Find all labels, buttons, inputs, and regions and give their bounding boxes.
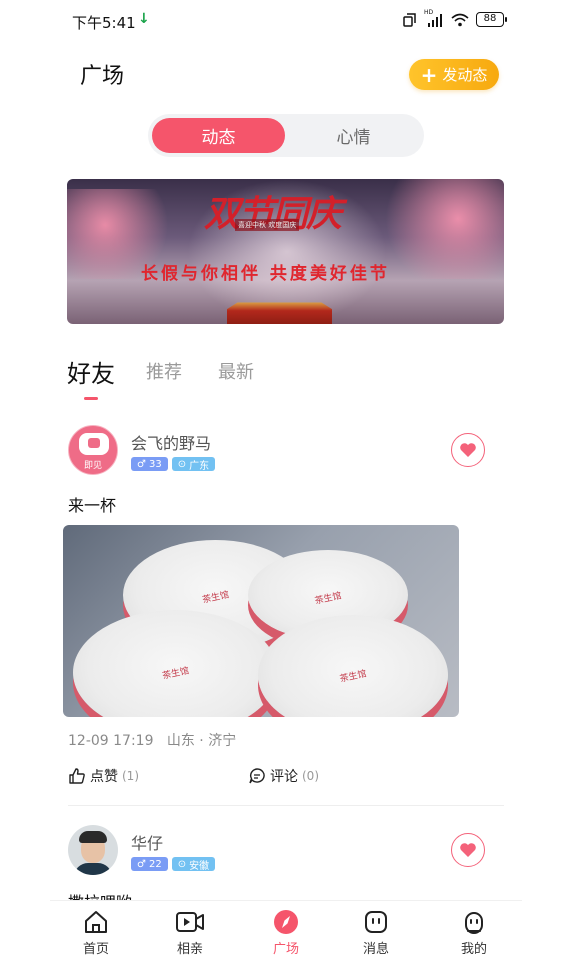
age-badge: ♂ 22 — [131, 857, 168, 871]
home-icon — [85, 911, 107, 933]
message-icon — [365, 911, 387, 933]
comment-icon — [249, 768, 265, 784]
page-title: 广场 — [80, 64, 125, 89]
segment-control: 动态 心情 — [148, 114, 424, 157]
username[interactable]: 会飞的野马 — [131, 430, 211, 454]
tab-me[interactable]: 我的 — [434, 909, 514, 957]
feed-tabs: 好友 推荐 最新 — [67, 358, 367, 402]
location-pin-icon: ⊙ — [177, 858, 187, 870]
status-time: 下午5:41 — [72, 14, 136, 32]
avatar[interactable] — [68, 825, 118, 875]
compass-icon — [274, 910, 298, 934]
tab-latest[interactable]: 最新 — [218, 358, 254, 384]
location-badge: ⊙ 安徽 — [171, 857, 216, 872]
profile-icon — [465, 912, 483, 934]
tab-dating[interactable]: 相亲 — [150, 909, 230, 957]
post-button[interactable]: + 发动态 — [409, 59, 499, 90]
cup-label: 茶生馆 — [314, 590, 343, 607]
tab-label: 消息 — [362, 942, 389, 957]
post-photo[interactable]: 茶生馆 茶生馆 茶生馆 茶生馆 — [63, 525, 459, 717]
status-bar: 下午5:41 ↓ HD 88 — [0, 0, 572, 42]
like-action[interactable]: 点赞 (1) — [68, 766, 139, 786]
location-badge: ⊙ 广东 — [171, 457, 216, 472]
comment-action[interactable]: 评论 (0) — [248, 766, 319, 786]
age-value: 33 — [148, 458, 162, 470]
tab-friends[interactable]: 好友 — [67, 354, 115, 389]
heart-icon — [460, 443, 476, 457]
age-value: 22 — [148, 858, 162, 870]
avatar-hair — [79, 831, 107, 843]
download-arrow-icon: ↓ — [138, 11, 150, 27]
segment-mood[interactable]: 心情 — [287, 118, 420, 153]
tab-messages[interactable]: 消息 — [336, 909, 416, 957]
tab-recommended[interactable]: 推荐 — [146, 358, 182, 384]
post-divider — [68, 805, 504, 806]
post-button-label: 发动态 — [442, 66, 488, 84]
thumbs-up-icon — [69, 768, 85, 784]
user-tags: ♂ 22 ⊙ 安徽 — [131, 857, 216, 872]
avatar-shirt — [74, 863, 112, 875]
like-button[interactable] — [451, 433, 485, 467]
male-icon: ♂ — [137, 858, 146, 870]
screen-cast-icon — [403, 12, 416, 27]
chat-bubble-icon — [79, 433, 109, 455]
like-button[interactable] — [451, 833, 485, 867]
heart-icon — [460, 843, 476, 857]
location-pin-icon: ⊙ — [177, 458, 187, 470]
location-value: 广东 — [189, 460, 210, 472]
location-value: 安徽 — [189, 860, 210, 872]
avatar-label: 即见 — [83, 461, 102, 471]
age-badge: ♂ 33 — [131, 457, 168, 471]
network-type: HD — [424, 8, 434, 16]
active-tab-indicator — [84, 397, 98, 400]
avatar[interactable]: 即见 — [68, 425, 118, 475]
signal-icon: HD — [424, 9, 444, 27]
cup-label: 茶生馆 — [161, 666, 191, 682]
post-meta: 12-09 17:19 山东 · 济宁 — [68, 730, 236, 750]
tab-label: 我的 — [460, 942, 487, 957]
banner-small-text: 喜迎中秋 欢度国庆 — [235, 219, 300, 231]
video-icon — [176, 912, 204, 932]
tab-label: 相亲 — [176, 942, 203, 957]
tab-home[interactable]: 首页 — [56, 909, 136, 957]
user-tags: ♂ 33 ⊙ 广东 — [131, 457, 216, 472]
like-label: 点赞 — [90, 769, 118, 785]
cup-label: 茶生馆 — [339, 669, 368, 685]
promo-banner[interactable]: 双节同庆 喜迎中秋 欢度国庆 长假与你相伴 共度美好佳节 — [67, 179, 504, 324]
plus-icon: + — [420, 62, 438, 87]
status-icons: HD 88 — [403, 9, 507, 27]
comment-count: (0) — [302, 769, 319, 783]
wifi-icon — [451, 13, 469, 26]
post-place: 山东 · 济宁 — [166, 733, 237, 749]
post-text: 来一杯 — [68, 496, 117, 515]
username[interactable]: 华仔 — [131, 830, 163, 854]
male-icon: ♂ — [137, 458, 146, 470]
post-time: 12-09 17:19 — [68, 733, 154, 749]
comment-label: 评论 — [270, 769, 298, 785]
blossom-tree-right — [374, 179, 504, 279]
bottom-tab-bar: 首页 相亲 广场 消息 我的 — [50, 900, 522, 971]
like-count: (1) — [122, 769, 139, 783]
tab-label: 广场 — [272, 942, 299, 957]
banner-subtitle: 长假与你相伴 共度美好佳节 — [141, 264, 390, 284]
tab-label: 首页 — [82, 942, 109, 957]
segment-dynamic[interactable]: 动态 — [152, 118, 285, 153]
battery-icon: 88 — [476, 12, 507, 27]
tab-plaza[interactable]: 广场 — [246, 909, 326, 957]
